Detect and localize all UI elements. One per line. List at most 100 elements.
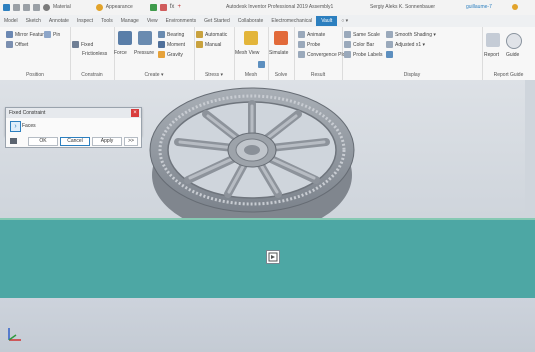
mesh-view-button[interactable]: Mesh View	[235, 50, 259, 56]
group-loads: Force Pressure Bearing Moment Gravity Cr…	[114, 27, 195, 80]
animate-button[interactable]: Animate	[298, 31, 325, 38]
fixed-button[interactable]: Fixed	[72, 41, 93, 48]
group-display: Same Scale Color Bar Probe Labels Smooth…	[342, 27, 483, 80]
group-mesh: Mesh View Mesh	[234, 27, 269, 80]
group-label-solve: Solve	[274, 72, 288, 78]
more-button[interactable]: >>	[124, 137, 138, 146]
probe-icon	[298, 41, 305, 48]
shading-icon	[386, 31, 393, 38]
group-label-report: Report Guide	[493, 72, 524, 78]
sign-in[interactable]: Sergiy Aleks K. Sonnenbauer	[370, 4, 435, 10]
animate-icon	[298, 31, 305, 38]
force-button[interactable]: Force	[114, 50, 127, 56]
simulate-icon	[274, 31, 288, 45]
window-title: Autodesk Inventor Professional 2019 Asse…	[226, 4, 334, 10]
group-contacts: Automatic Manual Stress ▾	[194, 27, 235, 80]
mirror-feature-button[interactable]: Mirror Feature	[6, 31, 47, 38]
mesh-settings-icon[interactable]	[258, 61, 265, 68]
probe-button[interactable]: Probe	[298, 41, 320, 48]
apply-button[interactable]: Apply	[92, 137, 122, 146]
group-label-position: Position	[26, 72, 44, 78]
group-report-guide: Report Guide Report Guide	[482, 27, 535, 80]
color-override-icon[interactable]	[159, 3, 167, 11]
report-button[interactable]: Report	[484, 52, 499, 58]
moment-button[interactable]: Moment	[158, 41, 185, 48]
hub-bore	[244, 145, 260, 155]
bearing-button[interactable]: Bearing	[158, 31, 184, 38]
tab-sketch[interactable]: Sketch	[22, 18, 45, 24]
tab-manage[interactable]: Manage	[117, 18, 143, 24]
group-label-result: Result	[310, 72, 326, 78]
material-icon[interactable]	[43, 3, 50, 11]
color-bar-button[interactable]: Color Bar	[344, 41, 374, 48]
mirror-icon	[6, 31, 13, 38]
add-icon[interactable]: +	[177, 4, 181, 10]
update-icon[interactable]	[33, 3, 40, 11]
tab-environments[interactable]: Environments	[162, 18, 201, 24]
manual-icon	[196, 41, 203, 48]
faces-select-button[interactable]: ›	[10, 121, 21, 132]
measure-icon[interactable]	[149, 3, 157, 11]
group-label-constrain: Constrain	[81, 72, 103, 78]
color-bar-icon	[344, 41, 351, 48]
close-icon[interactable]: ×	[131, 109, 139, 117]
group-label-mesh: Mesh	[244, 72, 258, 78]
pin-button[interactable]: Pin	[44, 31, 60, 38]
convergence-icon	[298, 51, 305, 58]
pin-icon	[44, 31, 51, 38]
boundary-conditions-icon[interactable]	[386, 51, 393, 58]
material-dropdown[interactable]: Material	[53, 4, 71, 10]
automatic-button[interactable]: Automatic	[196, 31, 227, 38]
tab-view[interactable]: View	[143, 18, 162, 24]
guide-button[interactable]: Guide	[506, 52, 519, 58]
help-icon[interactable]	[512, 4, 518, 10]
smooth-shading-dropdown[interactable]: Smooth Shading ▾	[386, 31, 436, 38]
tab-get-started[interactable]: Get Started	[200, 18, 234, 24]
dialog-title-bar[interactable]: Fixed Constraint ×	[6, 108, 141, 118]
fx-icon[interactable]: fx	[170, 4, 175, 10]
tab-electromechanical[interactable]: Electromechanical	[267, 18, 316, 24]
tab-tools[interactable]: Tools	[97, 18, 117, 24]
tab-model[interactable]: Model	[0, 18, 22, 24]
faces-label: Faces	[22, 123, 36, 129]
tab-vault[interactable]: Vault	[316, 16, 338, 26]
gravity-button[interactable]: Gravity	[158, 51, 183, 58]
dialog-help-icon[interactable]	[10, 138, 17, 144]
user-account[interactable]: guillaume-7	[466, 4, 492, 10]
dialog-button-bar: OK Cancel Apply >>	[5, 135, 142, 148]
ok-button[interactable]: OK	[28, 137, 58, 146]
convergence-plot-button[interactable]: Convergence Plot	[298, 51, 347, 58]
guide-icon	[506, 33, 522, 49]
tab-annotate[interactable]: Annotate	[45, 18, 73, 24]
tab-inspect[interactable]: Inspect	[73, 18, 97, 24]
adjusted-dropdown[interactable]: Adjusted x1 ▾	[386, 41, 425, 48]
pressure-icon	[138, 31, 152, 45]
cursor-icon	[266, 250, 280, 264]
same-scale-icon	[344, 31, 351, 38]
offset-icon	[6, 41, 13, 48]
wheel-model[interactable]	[148, 80, 358, 220]
title-bar: Material Appearance fx + Autodesk Invent…	[0, 0, 535, 15]
new-icon[interactable]	[13, 3, 20, 11]
dialog-title: Fixed Constraint	[9, 110, 46, 116]
probe-labels-button[interactable]: Probe Labels	[344, 51, 382, 58]
offset-button[interactable]: Offset	[6, 41, 28, 48]
tab-more[interactable]: ○ ▾	[337, 18, 352, 24]
app-menu-icon[interactable]	[3, 3, 10, 11]
simulate-button[interactable]: Simulate	[269, 50, 288, 56]
appearance-icon[interactable]	[95, 3, 103, 11]
appearance-dropdown[interactable]: Appearance	[106, 4, 133, 10]
same-scale-button[interactable]: Same Scale	[344, 31, 380, 38]
group-solve: Simulate Solve	[268, 27, 295, 80]
pressure-button[interactable]: Pressure	[134, 50, 154, 56]
gravity-icon	[158, 51, 165, 58]
undo-icon[interactable]	[23, 3, 30, 11]
cancel-button[interactable]: Cancel	[60, 137, 90, 146]
adjusted-icon	[386, 41, 393, 48]
group-label-contacts: Stress ▾	[204, 72, 224, 78]
manual-button[interactable]: Manual	[196, 41, 221, 48]
quick-access-toolbar: Material Appearance fx +	[3, 3, 181, 11]
tab-collaborate[interactable]: Collaborate	[234, 18, 268, 24]
frictionless-button[interactable]: Frictionless	[82, 51, 107, 57]
viewport-floor	[0, 298, 535, 352]
